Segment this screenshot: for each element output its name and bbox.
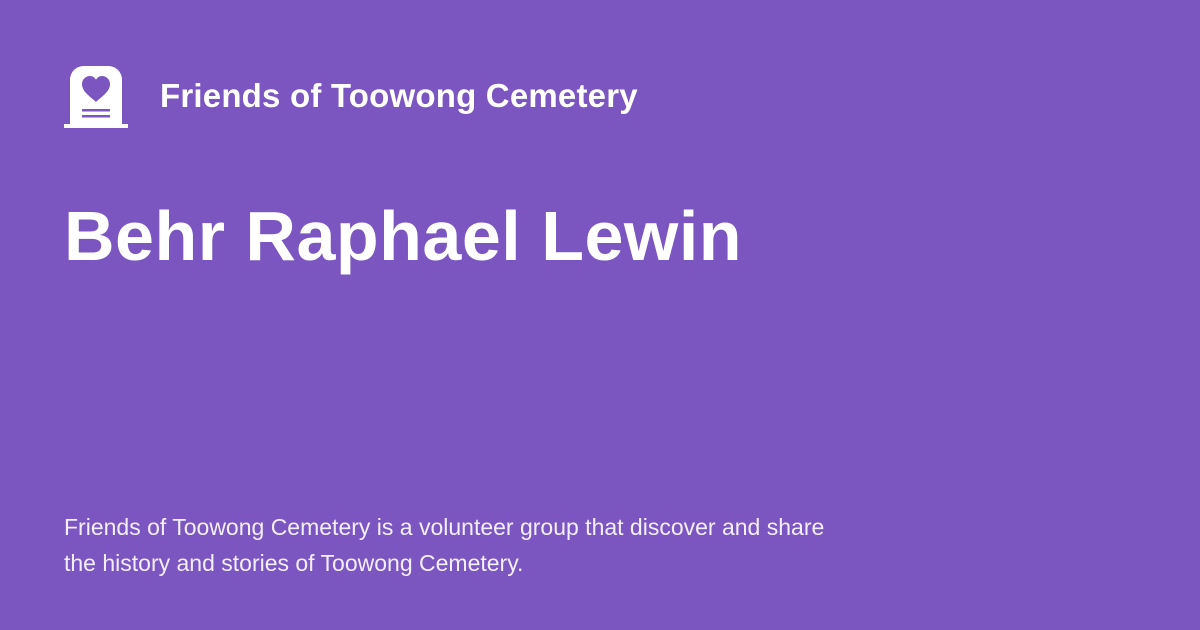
page-description: Friends of Toowong Cemetery is a volunte… bbox=[64, 514, 825, 576]
headstone-heart-icon bbox=[64, 66, 128, 128]
social-preview-card: Friends of Toowong Cemetery Behr Raphael… bbox=[0, 0, 1200, 630]
brand: Friends of Toowong Cemetery bbox=[64, 64, 638, 128]
brand-name: Friends of Toowong Cemetery bbox=[160, 77, 638, 114]
page-title: Behr Raphael Lewin bbox=[64, 197, 743, 275]
